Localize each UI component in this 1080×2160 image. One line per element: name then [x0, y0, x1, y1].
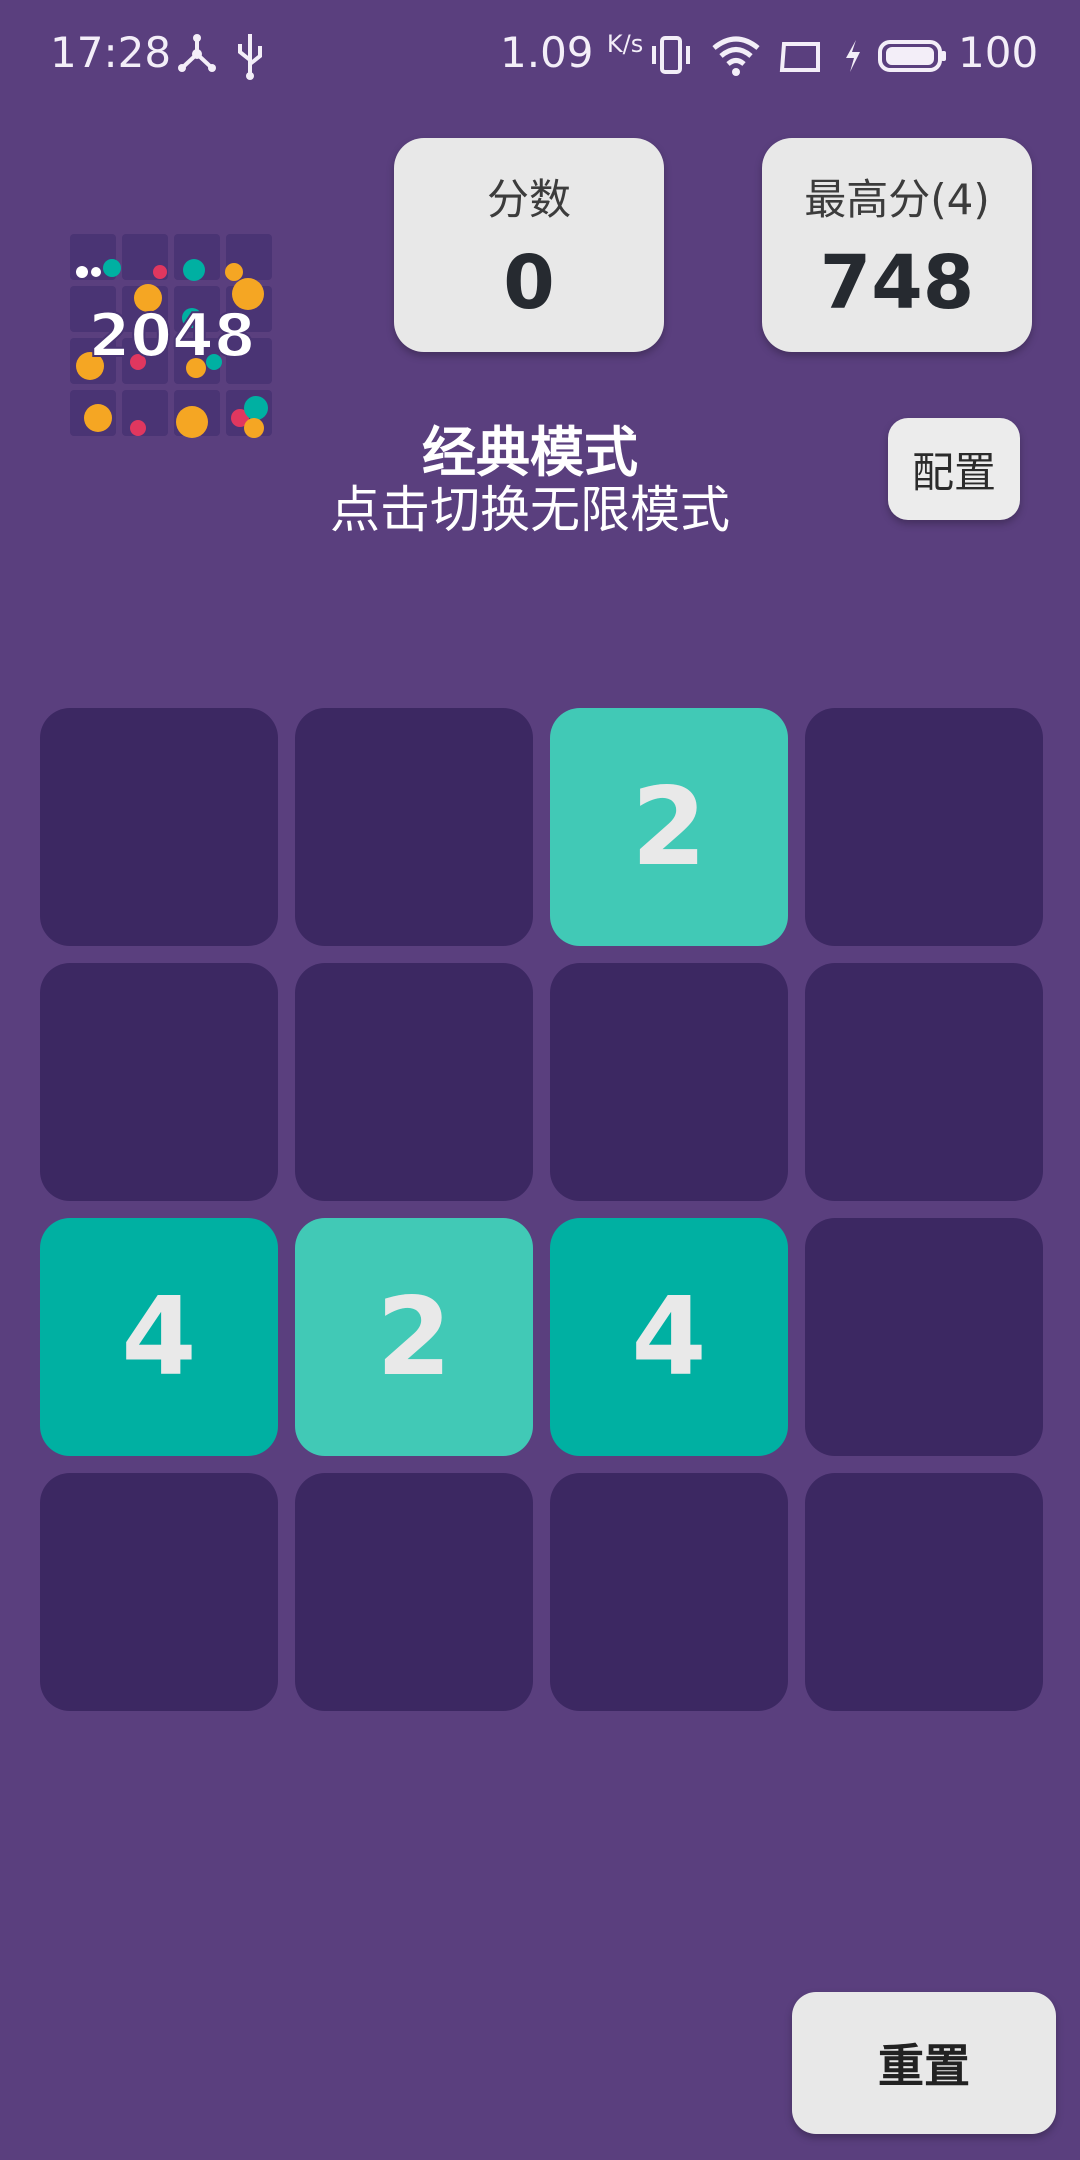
- app-logo: 2048: [70, 234, 272, 438]
- network-rate-unit: K/s: [606, 30, 644, 58]
- wifi-icon: [712, 36, 760, 76]
- game-board[interactable]: 2424: [40, 708, 1044, 1711]
- best-score-box: 最高分(4) 748: [762, 138, 1032, 352]
- best-score-value: 748: [819, 240, 975, 326]
- battery-icon: [878, 40, 946, 72]
- tile-empty: [805, 1218, 1043, 1456]
- status-time: 17:28: [50, 28, 172, 77]
- tile-empty: [295, 1473, 533, 1711]
- tile-empty: [40, 708, 278, 946]
- vibrate-icon: [652, 36, 690, 74]
- tile-empty: [295, 708, 533, 946]
- tile-2: 2: [550, 708, 788, 946]
- network-rate: 1.09 K/s: [500, 28, 644, 77]
- tile-empty: [805, 708, 1043, 946]
- tile-empty: [40, 1473, 278, 1711]
- screen-icon: [779, 42, 820, 72]
- tile-empty: [295, 963, 533, 1201]
- network-node-icon: [178, 34, 216, 72]
- charging-icon: [846, 40, 860, 72]
- mode-toggle-hint[interactable]: 点击切换无限模式: [300, 470, 760, 542]
- reset-button[interactable]: 重置: [792, 1992, 1056, 2134]
- tile-empty: [550, 1473, 788, 1711]
- score-box: 分数 0: [394, 138, 664, 352]
- battery-percent: 100: [958, 28, 1039, 77]
- usb-icon: [238, 34, 262, 80]
- status-bar: 17:28 1.09 K/s 100: [0, 0, 1080, 114]
- tile-empty: [805, 963, 1043, 1201]
- tile-empty: [550, 963, 788, 1201]
- tile-4: 4: [40, 1218, 278, 1456]
- config-button[interactable]: 配置: [888, 418, 1020, 520]
- tile-4: 4: [550, 1218, 788, 1456]
- tile-empty: [40, 963, 278, 1201]
- tile-empty: [805, 1473, 1043, 1711]
- tile-2: 2: [295, 1218, 533, 1456]
- score-value: 0: [503, 240, 555, 326]
- score-label: 分数: [486, 175, 571, 224]
- best-score-label: 最高分(4): [804, 175, 990, 224]
- logo-text: 2048: [89, 301, 256, 371]
